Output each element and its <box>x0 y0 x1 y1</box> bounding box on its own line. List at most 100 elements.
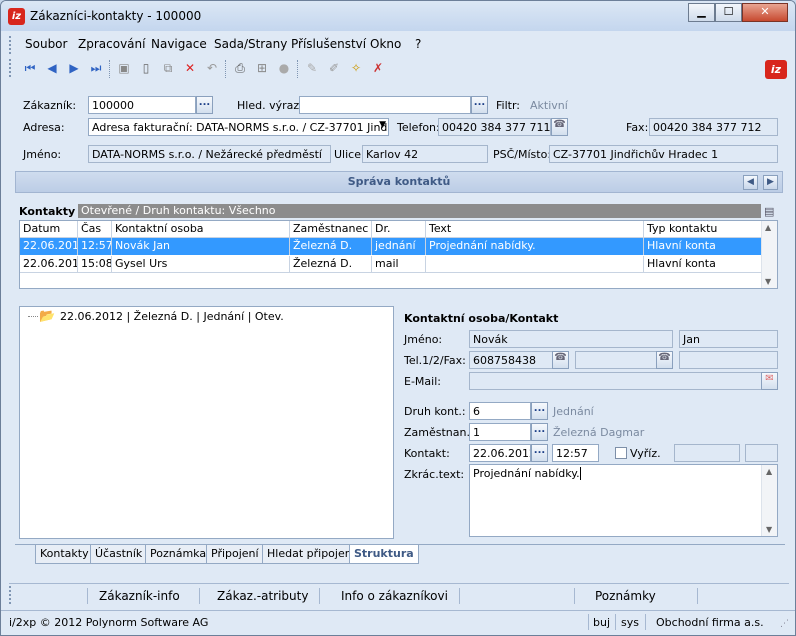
kontakt-date-button[interactable]: ... <box>531 444 548 462</box>
pencil-icon[interactable]: ✐ <box>327 61 341 75</box>
zakaznik-lookup-button[interactable]: ... <box>196 96 213 114</box>
toolbar-separator <box>297 60 298 78</box>
last-record-icon[interactable]: ⏭ <box>89 61 103 75</box>
column-header-text[interactable]: Text <box>426 221 644 238</box>
save-icon[interactable]: ▣ <box>117 61 131 75</box>
grid-settings-icon[interactable]: ▤ <box>764 205 774 218</box>
menu-help[interactable]: ? <box>415 37 421 51</box>
zkrac-textarea[interactable]: Projednání nabídky.​ ▲ ▼ <box>469 464 778 537</box>
cell-typ-kontaktu: Hlavní konta <box>644 256 762 273</box>
bottom-button-bar: Zákazník-info Zákaz.-atributy Info o zák… <box>9 583 789 607</box>
grid-scrollbar[interactable]: ▲ ▼ <box>761 221 777 288</box>
column-header-zamestnanec[interactable]: Zaměstnanec <box>290 221 372 238</box>
vyriz-checkbox[interactable] <box>615 447 627 459</box>
psc-label: PSČ/Místo: <box>493 148 552 161</box>
maximize-button[interactable]: ☐ <box>715 3 742 22</box>
tab-struktura[interactable]: Struktura <box>349 545 419 564</box>
tree-item[interactable]: 22.06.2012 | Železná D. | Jednání | Otev… <box>60 310 284 323</box>
tab-kontakty[interactable]: Kontakty <box>35 545 94 564</box>
panel-next-icon[interactable]: ▶ <box>763 175 778 190</box>
search-lookup-button[interactable]: ... <box>471 96 488 114</box>
print-icon[interactable]: ⎙ <box>233 61 247 75</box>
psc-field: CZ-37701 Jindřichův Hradec 1 <box>549 145 778 163</box>
minimize-button[interactable]: ▁ <box>688 3 715 22</box>
magic-icon[interactable]: ✧ <box>349 61 363 75</box>
menu-sada-strany[interactable]: Sada/Strany <box>214 37 287 51</box>
fax-field: 00420 384 377 712 <box>649 118 778 136</box>
filtr-label: Filtr: <box>496 99 520 112</box>
menu-okno[interactable]: Okno <box>370 37 401 51</box>
scroll-down-icon[interactable]: ▼ <box>766 525 772 534</box>
bottom-separator <box>199 588 200 604</box>
zakaznik-label: Zákazník: <box>23 99 77 112</box>
scroll-down-icon[interactable]: ▼ <box>765 277 771 286</box>
copy-icon[interactable]: ⧉ <box>161 61 175 75</box>
column-header-cas[interactable]: Čas <box>78 221 112 238</box>
adresa-label: Adresa: <box>23 121 65 134</box>
scroll-up-icon[interactable]: ▲ <box>765 223 771 232</box>
menu-navigace[interactable]: Navigace <box>151 37 207 51</box>
telefon-field: 00420 384 377 711 <box>438 118 551 136</box>
cell-druh: mail <box>372 256 426 273</box>
druh-text: Jednání <box>553 405 594 418</box>
close-button[interactable]: ✕ <box>742 3 788 22</box>
druh-lookup-button[interactable]: ... <box>531 402 548 420</box>
next-record-icon[interactable]: ▶ <box>67 61 81 75</box>
detail-tel2 <box>575 351 657 369</box>
menu-bar: Soubor Zpracování Navigace Sada/Strany P… <box>9 34 789 54</box>
vyriz-date-field <box>674 444 740 462</box>
panel-header: Správa kontaktů ◀ ▶ <box>15 171 783 193</box>
panel-prev-icon[interactable]: ◀ <box>743 175 758 190</box>
phone-icon[interactable]: ☎ <box>656 351 673 369</box>
poznamky-button[interactable]: Poznámky <box>595 589 656 603</box>
tree-icon[interactable]: ⊞ <box>255 61 269 75</box>
column-header-druh[interactable]: Dr. <box>372 221 426 238</box>
menu-prislusenstvi[interactable]: Příslušenství <box>291 37 366 51</box>
table-row[interactable]: 22.06.2012 12:57 Novák Jan Železná D. je… <box>20 238 762 255</box>
vyriz-label: Vyříz. <box>630 447 661 460</box>
disabled-icon[interactable]: ● <box>277 61 291 75</box>
email-icon[interactable]: ✉ <box>761 372 778 390</box>
undo-icon[interactable]: ↶ <box>205 61 219 75</box>
menu-soubor[interactable]: Soubor <box>25 37 67 51</box>
detail-email <box>469 372 762 390</box>
zamestnanec-field[interactable]: 1 <box>469 423 531 441</box>
column-header-datum[interactable]: Datum <box>20 221 78 238</box>
bottom-separator <box>574 588 575 604</box>
edit-icon[interactable]: ✎ <box>305 61 319 75</box>
zamestnanec-text: Železná Dagmar <box>553 426 645 439</box>
kontakt-date-field[interactable]: 22.06.2012 <box>469 444 531 462</box>
tab-ucastnik[interactable]: Účastník <box>90 545 148 564</box>
column-header-typ-kontaktu[interactable]: Typ kontaktu <box>644 221 762 238</box>
zamestnanec-lookup-button[interactable]: ... <box>531 423 548 441</box>
phone-icon[interactable]: ☎ <box>551 118 568 136</box>
zakaznik-field[interactable]: 100000 <box>88 96 196 114</box>
detail-first-name: Jan <box>679 330 778 348</box>
tab-poznamka[interactable]: Poznámka <box>145 545 212 564</box>
textarea-scrollbar[interactable]: ▲ ▼ <box>761 465 777 536</box>
table-row[interactable]: 22.06.2012 15:08 Gysel Urs Železná D. ma… <box>20 256 762 273</box>
search-input[interactable] <box>299 96 471 114</box>
phone-icon[interactable]: ☎ <box>552 351 569 369</box>
detail-tel1: 608758438 <box>469 351 553 369</box>
first-record-icon[interactable]: ⏮ <box>23 61 37 75</box>
clear-filter-icon[interactable]: ✗ <box>371 61 385 75</box>
zakaz-atributy-button[interactable]: Zákaz.-atributy <box>217 589 308 603</box>
tab-pripojeni[interactable]: Připojení <box>206 545 264 564</box>
ulice-field: Karlov 42 <box>362 145 488 163</box>
panel-title: Správa kontaktů <box>347 175 451 188</box>
column-header-kontaktni-osoba[interactable]: Kontaktní osoba <box>112 221 290 238</box>
druh-field[interactable]: 6 <box>469 402 531 420</box>
resize-grip-icon[interactable]: ⋰ <box>780 619 792 631</box>
hled-label: Hled. výraz: <box>237 99 303 112</box>
zakaznik-info-button[interactable]: Zákazník-info <box>99 589 180 603</box>
info-o-zakaznikovi-button[interactable]: Info o zákazníkovi <box>341 589 448 603</box>
delete-icon[interactable]: ✕ <box>183 61 197 75</box>
prev-record-icon[interactable]: ◀ <box>45 61 59 75</box>
menu-zpracovani[interactable]: Zpracování <box>78 37 145 51</box>
scroll-up-icon[interactable]: ▲ <box>766 467 772 476</box>
tab-hledat-pripojeni[interactable]: Hledat připojení <box>262 545 360 564</box>
kontakt-time-field[interactable]: 12:57 <box>552 444 599 462</box>
new-icon[interactable]: ▯ <box>139 61 153 75</box>
adresa-select[interactable]: Adresa fakturační: DATA-NORMS s.r.o. / C… <box>88 118 389 136</box>
